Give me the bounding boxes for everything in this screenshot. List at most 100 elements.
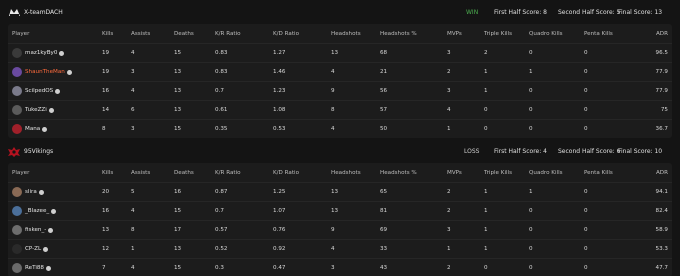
team-b-stats-table: Player Kills Assists Deaths K/R Ratio K/… <box>8 163 672 276</box>
stat-mvps: 3 <box>447 50 451 56</box>
col-deaths: Deaths <box>174 30 194 37</box>
player-name[interactable]: ShaunTheMan <box>25 69 65 75</box>
col-kills: Kills <box>102 169 114 176</box>
avatar[interactable] <box>12 105 22 115</box>
stat-penta-kills: 0 <box>584 189 588 195</box>
verified-badge-icon <box>55 88 61 94</box>
stat-quadro-kills: 1 <box>529 69 533 75</box>
stat-triple-kills: 0 <box>484 265 488 271</box>
avatar[interactable] <box>12 124 22 134</box>
avatar[interactable] <box>12 187 22 197</box>
avatar[interactable] <box>12 263 22 273</box>
col-triple-kills: Triple Kills <box>484 169 513 176</box>
stat-mvps: 3 <box>447 88 451 94</box>
stat-kills: 19 <box>102 50 110 56</box>
stat-adr: 94.1 <box>655 189 668 195</box>
player-name[interactable]: slira <box>25 189 37 195</box>
stat-mvps: 3 <box>447 227 451 233</box>
col-deaths: Deaths <box>174 169 194 176</box>
table-row[interactable]: TukeZZi 14 6 13 0.61 1.08 8 57 4 0 0 0 75 <box>8 100 672 119</box>
player-name[interactable]: ReTi88 <box>25 265 44 271</box>
avatar[interactable] <box>12 67 22 77</box>
avatar[interactable] <box>12 48 22 58</box>
stat-headshots: 4 <box>331 69 335 75</box>
table-row[interactable]: maz1kyBy0 19 4 15 0.83 1.27 13 68 3 2 0 0 96.5 <box>8 43 672 62</box>
vikings-logo-icon <box>8 146 20 158</box>
stat-adr: 36.7 <box>655 126 668 132</box>
player-cell[interactable]: Mana <box>8 124 98 134</box>
player-cell[interactable]: CP-ZL <box>8 244 98 254</box>
col-penta-kills: Penta Kills <box>584 30 613 37</box>
stat-adr: 53.3 <box>655 246 668 252</box>
avatar[interactable] <box>12 244 22 254</box>
player-name[interactable]: TukeZZi <box>25 107 47 113</box>
table-row[interactable]: ReTi88 7 4 15 0.3 0.47 3 43 2 0 0 0 47.7 <box>8 258 672 276</box>
col-kr-ratio: K/R Ratio <box>215 169 241 176</box>
table-row[interactable]: fisken_- 13 8 17 0.57 0.76 9 69 3 1 0 0 58.9 <box>8 220 672 239</box>
stat-headshots: 13 <box>331 189 339 195</box>
avatar[interactable] <box>12 225 22 235</box>
player-cell[interactable]: TukeZZi <box>8 105 98 115</box>
player-name[interactable]: _Blazee_ <box>25 208 49 214</box>
stat-mvps: 1 <box>447 126 451 132</box>
stat-headshots-pct: 69 <box>380 227 388 233</box>
player-name[interactable]: maz1kyBy0 <box>25 50 57 56</box>
stat-penta-kills: 0 <box>584 227 588 233</box>
team-b-name[interactable]: 95Vikings <box>24 148 53 155</box>
stat-kr-ratio: 0.87 <box>215 189 228 195</box>
table-row[interactable]: slira 20 5 16 0.87 1.25 13 65 2 1 1 0 94.1 <box>8 182 672 201</box>
stat-kr-ratio: 0.57 <box>215 227 228 233</box>
table-row[interactable]: CP-ZL 12 1 13 0.52 0.92 4 33 1 1 0 0 53.3 <box>8 239 672 258</box>
verified-badge-icon <box>51 208 57 214</box>
player-name[interactable]: fisken_- <box>25 227 46 233</box>
stat-kills: 13 <box>102 227 110 233</box>
col-penta-kills: Penta Kills <box>584 169 613 176</box>
stat-assists: 5 <box>131 189 135 195</box>
avatar[interactable] <box>12 206 22 216</box>
table-row[interactable]: _Blazee_ 16 4 15 0.7 1.07 13 81 2 1 0 0 82.4 <box>8 201 672 220</box>
stat-deaths: 15 <box>174 126 182 132</box>
col-quadro-kills: Quadro Kills <box>529 169 563 176</box>
verified-badge-icon <box>42 126 48 132</box>
stat-mvps: 2 <box>447 208 451 214</box>
player-cell[interactable]: _Blazee_ <box>8 206 98 216</box>
table-row[interactable]: ShaunTheMan 19 3 13 0.83 1.46 4 21 2 1 1 0 77.9 <box>8 62 672 81</box>
stat-assists: 1 <box>131 246 135 252</box>
stat-penta-kills: 0 <box>584 208 588 214</box>
player-cell[interactable]: ScilpedOS <box>8 86 98 96</box>
table-row[interactable]: Mana 8 3 15 0.35 0.53 4 50 1 0 0 0 36.7 <box>8 119 672 138</box>
stat-headshots-pct: 81 <box>380 208 388 214</box>
player-cell[interactable]: fisken_- <box>8 225 98 235</box>
player-cell[interactable]: ReTi88 <box>8 263 98 273</box>
team-b-second-half-score: Second Half Score: 6 <box>558 148 621 155</box>
player-name[interactable]: CP-ZL <box>25 246 41 252</box>
stat-headshots-pct: 56 <box>380 88 388 94</box>
team-a-second-half-score: Second Half Score: 5 <box>558 9 621 16</box>
player-name[interactable]: Mana <box>25 126 40 132</box>
stat-headshots: 9 <box>331 227 335 233</box>
stat-deaths: 17 <box>174 227 182 233</box>
stat-adr: 58.9 <box>655 227 668 233</box>
player-name[interactable]: ScilpedOS <box>25 88 53 94</box>
stat-triple-kills: 2 <box>484 50 488 56</box>
stat-kr-ratio: 0.52 <box>215 246 228 252</box>
col-assists: Assists <box>131 30 151 37</box>
stat-kills: 12 <box>102 246 110 252</box>
verified-badge-icon <box>46 265 51 271</box>
player-cell[interactable]: ShaunTheMan <box>8 67 98 77</box>
team-a-name[interactable]: X-teamDACH <box>24 9 63 16</box>
stat-deaths: 15 <box>174 265 182 271</box>
player-cell[interactable]: slira <box>8 187 98 197</box>
stat-triple-kills: 1 <box>484 69 488 75</box>
col-assists: Assists <box>131 169 151 176</box>
stat-headshots-pct: 33 <box>380 246 388 252</box>
stat-adr: 47.7 <box>655 265 668 271</box>
table-row[interactable]: ScilpedOS 16 4 13 0.7 1.23 9 56 3 1 0 0 77.9 <box>8 81 672 100</box>
stat-assists: 4 <box>131 88 135 94</box>
stat-penta-kills: 0 <box>584 107 588 113</box>
stat-headshots: 13 <box>331 50 339 56</box>
avatar[interactable] <box>12 86 22 96</box>
stat-kd-ratio: 0.47 <box>273 265 286 271</box>
stat-mvps: 2 <box>447 189 451 195</box>
player-cell[interactable]: maz1kyBy0 <box>8 48 98 58</box>
